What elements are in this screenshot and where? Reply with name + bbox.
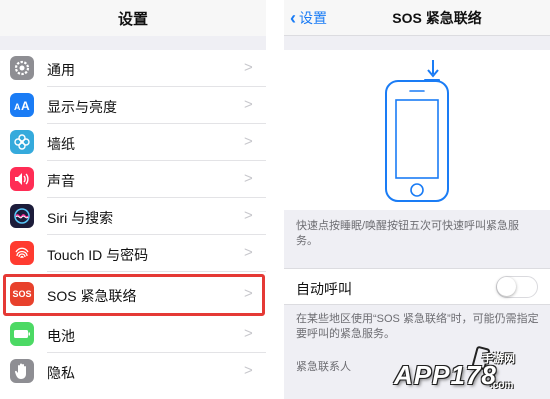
speaker-icon [10,167,34,191]
auto-call-label: 自动呼叫 [296,281,352,297]
auto-call-footer: 在某些地区使用“SOS 紧急联络”时，可能仍需指定要呼叫的紧急服务。 [296,313,539,340]
section-gap [0,36,266,50]
settings-item-label: 显示与亮度 [47,99,117,115]
auto-call-toggle[interactable] [496,276,538,298]
highlight-box [3,274,265,316]
settings-item-label: Siri 与搜索 [47,210,114,226]
phone-illustration [385,60,449,202]
flower-icon [10,130,34,154]
settings-item-wallpaper[interactable]: 墙纸 > [0,124,266,161]
chevron-right-icon: > [244,59,253,76]
watermark-logo: APP178 手游网 .com [380,342,550,399]
panel-divider [266,0,284,399]
hand-icon [10,359,34,383]
auto-call-row: 自动呼叫 [284,268,550,305]
sos-header: ‹ 设置 SOS 紧急联络 [284,0,550,36]
settings-title: 设置 [117,11,148,28]
settings-item-touch-id[interactable]: Touch ID 与密码 > [0,235,266,272]
watermark-url: .com [490,380,514,391]
chevron-right-icon: > [244,362,253,379]
page-title: SOS 紧急联络 [392,10,482,26]
row-separator [47,271,266,272]
text-size-icon: AA [10,93,34,117]
settings-panel: 设置 通用 > AA 显示与亮度 > 墙纸 > 声音 > Siri 与搜索 > … [0,0,266,399]
svg-text:A: A [21,99,30,112]
svg-text:A: A [14,102,21,112]
siri-icon [10,204,34,228]
settings-item-sounds[interactable]: 声音 > [0,161,266,198]
settings-item-label: 电池 [47,328,75,344]
settings-item-display[interactable]: AA 显示与亮度 > [0,87,266,124]
emergency-contacts-header: 紧急联系人 [296,361,351,373]
sos-illustration [284,50,550,210]
settings-item-label: 墙纸 [47,136,75,152]
settings-item-siri[interactable]: Siri 与搜索 > [0,198,266,235]
settings-item-label: 通用 [47,62,75,78]
chevron-right-icon: > [244,207,253,224]
chevron-right-icon: > [244,325,253,342]
fingerprint-icon [10,241,34,265]
chevron-right-icon: > [244,244,253,261]
gear-icon [10,56,34,80]
watermark-sub: 手游网 [482,353,515,365]
chevron-right-icon: > [244,170,253,187]
toggle-knob [497,277,516,296]
settings-item-battery[interactable]: 电池 > [0,316,266,353]
battery-icon [10,322,34,346]
chevron-right-icon: > [244,133,253,150]
settings-item-general[interactable]: 通用 > [0,50,266,87]
settings-item-label: 声音 [47,173,75,189]
illustration-caption: 快速点按睡眠/唤醒按钮五次可快速呼叫紧急服务。 [296,220,520,247]
sos-panel: ‹ 设置 SOS 紧急联络 快速点按睡眠/唤醒按钮五次可快速呼叫紧急服务。 自动… [284,0,550,399]
settings-item-label: 隐私 [47,365,75,381]
settings-item-privacy[interactable]: 隐私 > [0,353,266,390]
settings-item-label: Touch ID 与密码 [47,247,149,263]
chevron-right-icon: > [244,96,253,113]
settings-header: 设置 [0,0,266,36]
